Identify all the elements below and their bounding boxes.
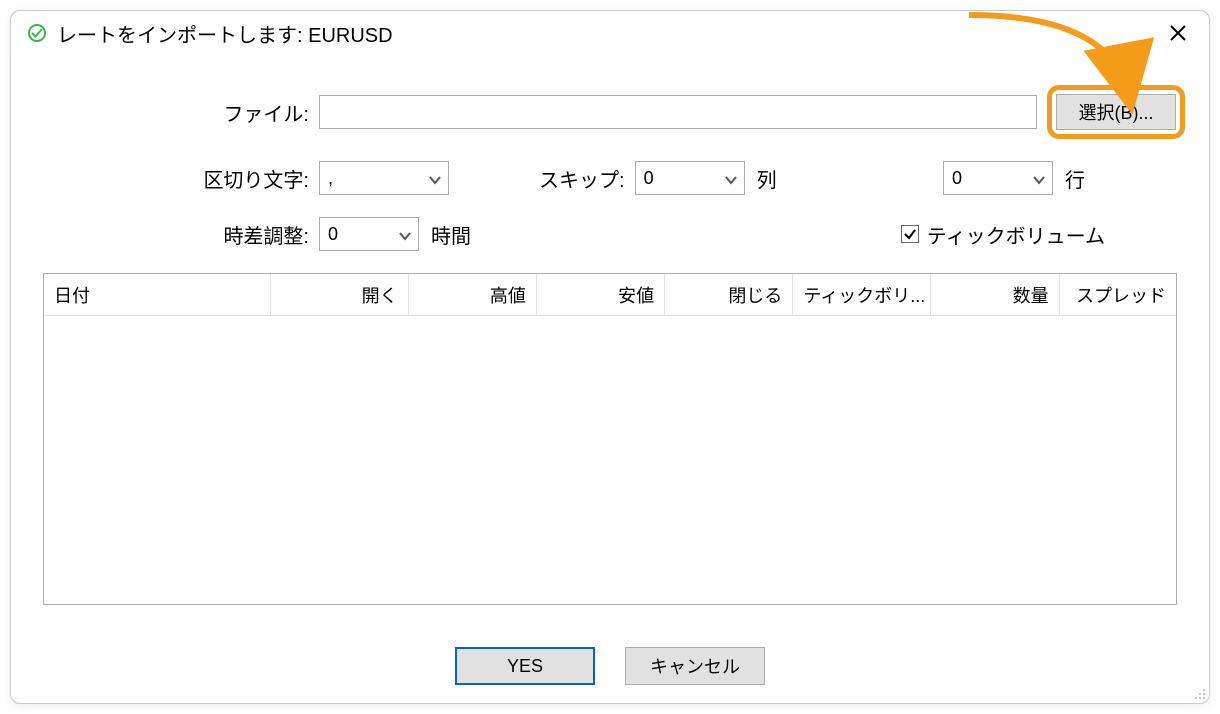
tickvolume-checkbox[interactable] (901, 225, 919, 243)
browse-button[interactable]: 選択(B)... (1056, 94, 1176, 130)
close-button[interactable] (1163, 18, 1193, 48)
skip-label: スキップ: (539, 164, 625, 193)
skip-cols-value: 0 (644, 168, 654, 189)
separator-skip-row: 区切り文字: , スキップ: 0 列 0 (35, 161, 1185, 195)
check-icon (903, 227, 917, 241)
chevron-down-icon (398, 227, 412, 241)
ok-button[interactable]: YES (455, 647, 595, 685)
skip-cols-select[interactable]: 0 (635, 161, 745, 195)
tickvolume-label: ティックボリューム (927, 220, 1105, 249)
titlebar: レートをインポートします: EURUSD (11, 11, 1209, 55)
column-header[interactable]: ティックボリ... (793, 274, 931, 315)
file-label: ファイル: (35, 98, 319, 127)
shift-select[interactable]: 0 (319, 217, 419, 251)
separator-select[interactable]: , (319, 161, 449, 195)
dialog-content: ファイル: 選択(B)... 区切り文字: , スキップ: 0 (11, 55, 1209, 615)
dialog-footer: YES キャンセル (11, 647, 1209, 685)
column-header[interactable]: 安値 (537, 274, 665, 315)
shift-row: 時差調整: 0 時間 ティックボリューム (35, 217, 1185, 251)
file-row: ファイル: 選択(B)... (35, 85, 1185, 139)
chevron-down-icon (1032, 171, 1046, 185)
tickvolume-checkbox-wrap: ティックボリューム (901, 220, 1105, 249)
file-input[interactable] (319, 95, 1037, 129)
column-header[interactable]: 高値 (409, 274, 537, 315)
skip-rows-value: 0 (952, 168, 962, 189)
rows-unit: 行 (1065, 164, 1085, 193)
chevron-down-icon (724, 171, 738, 185)
dialog-window: レートをインポートします: EURUSD ファイル: 選択(B)... (10, 10, 1210, 704)
table-body (44, 316, 1176, 604)
dialog-title: レートをインポートします: EURUSD (57, 19, 393, 48)
column-header[interactable]: 数量 (931, 274, 1059, 315)
close-icon (1169, 24, 1187, 42)
app-icon (27, 23, 47, 43)
skip-rows-select[interactable]: 0 (943, 161, 1053, 195)
shift-value: 0 (328, 224, 338, 245)
table-header: 日付開く高値安値閉じるティックボリ...数量スプレッド (44, 274, 1176, 316)
shift-label: 時差調整: (35, 220, 319, 249)
resize-grip-icon[interactable] (1192, 686, 1206, 700)
column-header[interactable]: 日付 (44, 274, 271, 315)
browse-highlight: 選択(B)... (1047, 85, 1185, 139)
chevron-down-icon (428, 171, 442, 185)
column-header[interactable]: 開く (271, 274, 409, 315)
separator-label: 区切り文字: (35, 164, 319, 193)
separator-value: , (328, 168, 333, 189)
shift-unit: 時間 (431, 220, 471, 249)
cols-unit: 列 (757, 164, 777, 193)
column-header[interactable]: 閉じる (665, 274, 793, 315)
preview-table: 日付開く高値安値閉じるティックボリ...数量スプレッド (43, 273, 1177, 605)
cancel-button[interactable]: キャンセル (625, 647, 765, 685)
column-header[interactable]: スプレッド (1060, 274, 1176, 315)
